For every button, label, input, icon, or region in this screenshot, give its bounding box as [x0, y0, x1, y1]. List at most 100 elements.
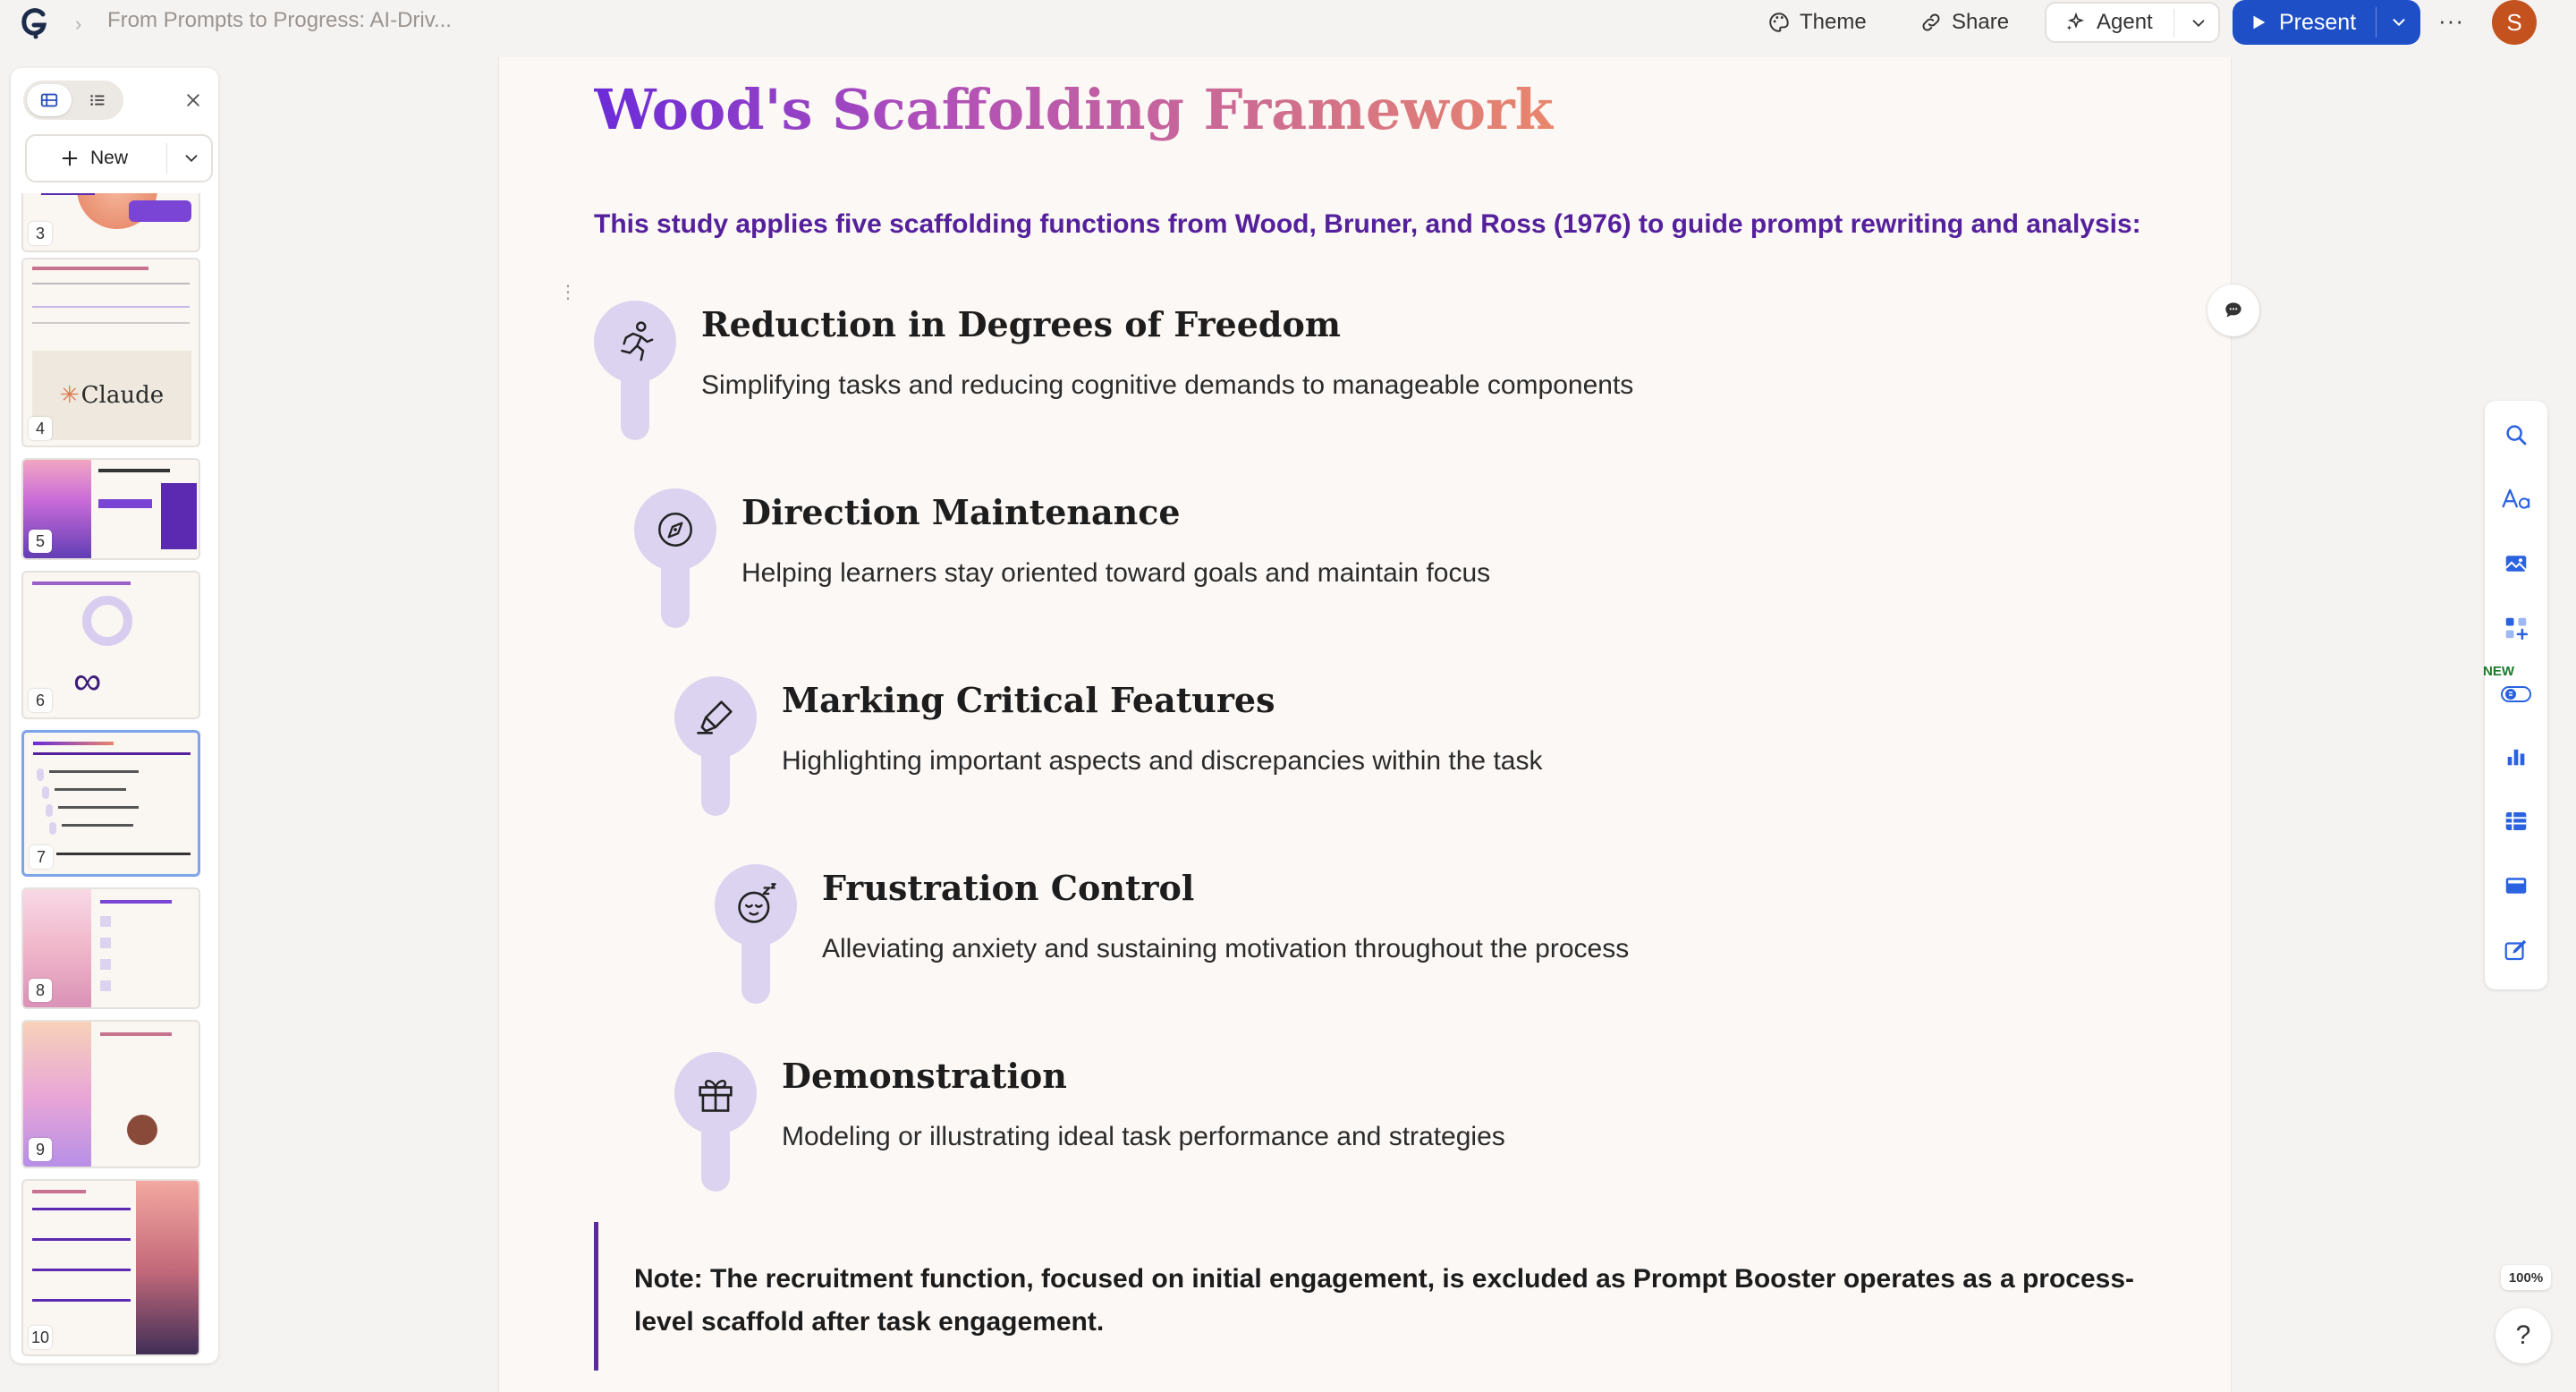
top-bar: › From Prompts to Progress: AI-Driv... T… [0, 0, 2576, 45]
thumb-bar [32, 1238, 131, 1241]
thumbnail-number: 8 [29, 979, 52, 1002]
thumb-text-line [58, 806, 139, 809]
thumb-text-line [32, 283, 190, 284]
table-icon[interactable] [2500, 805, 2532, 837]
thumb-timeline [32, 306, 190, 308]
icon-stem [661, 562, 690, 628]
thumb-icon-marker [46, 804, 53, 817]
thumbnail-number: 7 [30, 845, 53, 869]
agent-button-group: Agent [2045, 2, 2220, 43]
new-slide-button[interactable]: New [27, 136, 161, 181]
add-block-icon[interactable] [2500, 612, 2532, 644]
slide-title[interactable]: Wood's Scaffolding Framework [594, 77, 1554, 142]
search-icon[interactable] [2500, 419, 2532, 451]
edit-icon[interactable] [2500, 934, 2532, 966]
new-feature-badge: NEW [2483, 664, 2514, 679]
thumb-text-line [62, 824, 133, 827]
thumb-decoration [41, 193, 95, 195]
more-options-icon[interactable]: ··· [2438, 7, 2464, 35]
item-title: Direction Maintenance [741, 492, 1181, 532]
list-view-icon[interactable] [75, 84, 120, 116]
thumb-heading-line [98, 469, 170, 472]
thumb-icon-marker [100, 959, 111, 970]
link-icon [1922, 13, 1940, 31]
image-icon[interactable] [2500, 547, 2532, 580]
grid-view-icon[interactable] [27, 84, 72, 116]
slide-subtitle[interactable]: This study applies five scaffolding func… [594, 209, 2141, 240]
close-panel-icon[interactable] [175, 82, 211, 118]
thumb-text-line [32, 322, 190, 324]
thumb-heading-line [33, 742, 114, 745]
slide-thumbnail-3[interactable]: 3 [21, 193, 200, 252]
document-title[interactable]: From Prompts to Progress: AI-Driv... [107, 8, 452, 33]
new-divider [166, 143, 167, 174]
item-title: Frustration Control [822, 868, 1195, 908]
theme-button[interactable]: Theme [1755, 4, 1879, 41]
thumb-icon-marker [37, 768, 44, 781]
card-layout-icon[interactable] [2500, 870, 2532, 902]
help-button[interactable]: ? [2496, 1308, 2551, 1363]
thumb-asterisk-icon: ✳ [59, 382, 80, 409]
user-avatar[interactable]: S [2492, 0, 2537, 45]
agent-label: Agent [2097, 10, 2153, 34]
item-description: Alleviating anxiety and sustaining motiv… [822, 934, 1630, 963]
slide-thumbnail-10[interactable]: 10 [21, 1179, 200, 1356]
block-drag-handle-icon[interactable]: ⋮ [558, 281, 578, 308]
thumb-highlight [98, 499, 152, 508]
present-button[interactable]: Present [2249, 0, 2356, 45]
thumbnail-number: 5 [29, 530, 52, 553]
thumb-icon-marker [100, 980, 111, 991]
thumb-heading-line [32, 1190, 86, 1193]
note-callout[interactable]: Note: The recruitment function, focused … [594, 1222, 2168, 1371]
thumb-image [136, 1181, 199, 1354]
agent-button[interactable]: Agent [2052, 4, 2165, 41]
compass-icon [634, 488, 716, 571]
thumb-claude-text: Claude [80, 382, 165, 409]
slide-thumbnail-panel: New 3 ✳ Claude 4 5 ∞ 6 7 8 9 10 [11, 68, 218, 1363]
thumb-icon-marker [100, 938, 111, 948]
item-title: Reduction in Degrees of Freedom [701, 304, 1342, 344]
thumb-icon-marker [42, 786, 49, 799]
thumbnail-number: 9 [29, 1138, 52, 1161]
new-slide-button-group: New [25, 134, 213, 182]
thumb-bar [32, 1208, 131, 1210]
icon-stem [701, 1125, 730, 1192]
agent-dropdown-chevron-icon[interactable] [2181, 5, 2216, 41]
toggle-feature-icon[interactable] [2500, 678, 2532, 710]
view-toggle [23, 81, 123, 120]
comment-icon[interactable] [2207, 284, 2259, 336]
app-logo-icon[interactable] [14, 4, 54, 43]
runner-icon [594, 301, 676, 383]
new-label: New [89, 148, 128, 168]
highlighter-icon [674, 676, 757, 759]
item-title: Marking Critical Features [782, 680, 1275, 720]
chart-icon[interactable] [2500, 741, 2532, 773]
thumb-ring [82, 596, 132, 646]
slide-thumbnail-6[interactable]: ∞ 6 [21, 571, 200, 719]
present-dropdown-chevron-icon[interactable] [2381, 4, 2417, 40]
thumb-bar [32, 1299, 131, 1302]
thumbnail-number: 4 [29, 417, 52, 440]
slide-thumbnail-4[interactable]: ✳ Claude 4 [21, 258, 200, 447]
slide-thumbnail-8[interactable]: 8 [21, 887, 200, 1009]
text-style-icon[interactable] [2500, 483, 2532, 515]
icon-stem [741, 938, 770, 1004]
slide-thumbnail-9[interactable]: 9 [21, 1020, 200, 1168]
slide-thumbnail-5[interactable]: 5 [21, 458, 200, 560]
sleepy-face-icon [715, 864, 797, 946]
share-button[interactable]: Share [1907, 4, 2021, 41]
item-description: Helping learners stay oriented toward go… [741, 558, 1491, 588]
thumb-heading-line [100, 1032, 172, 1036]
thumb-decoration [129, 200, 191, 222]
item-description: Highlighting important aspects and discr… [782, 746, 1543, 776]
theme-label: Theme [1800, 10, 1867, 34]
plus-icon [62, 150, 78, 166]
right-toolbar [2485, 401, 2547, 989]
slide-thumbnail-7[interactable]: 7 [21, 730, 200, 877]
thumb-text-line [49, 770, 139, 773]
thumb-bar [32, 1269, 131, 1271]
breadcrumb-chevron-icon: › [75, 13, 82, 35]
new-dropdown-chevron-icon[interactable] [174, 140, 209, 177]
thumb-icon-marker [49, 822, 56, 835]
zoom-level[interactable]: 100% [2501, 1265, 2551, 1290]
